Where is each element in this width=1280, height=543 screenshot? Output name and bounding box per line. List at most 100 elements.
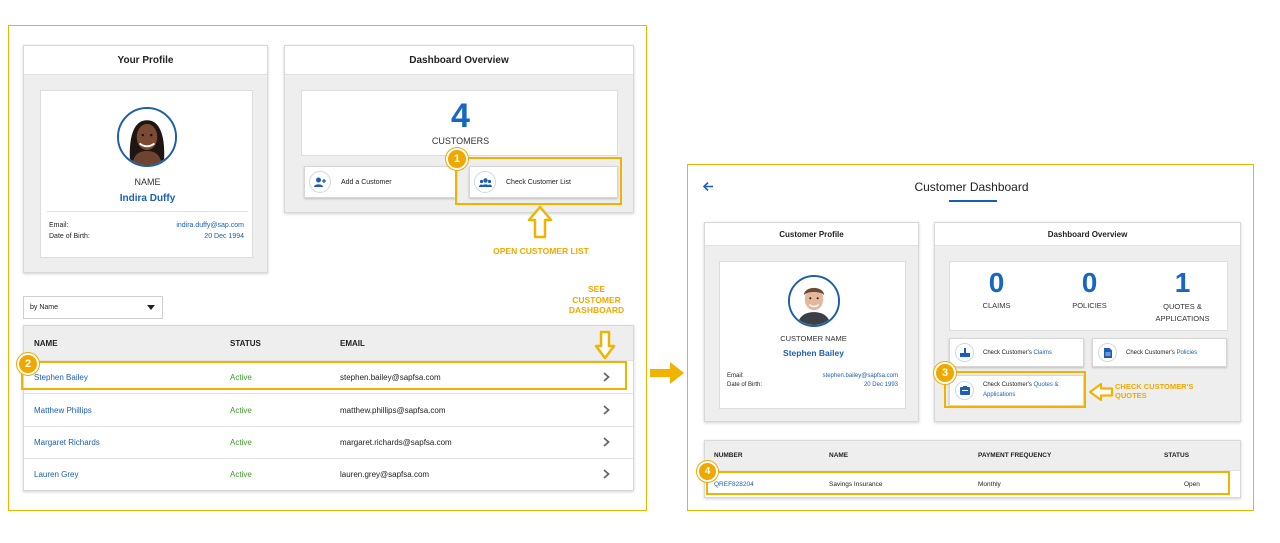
stat-policies-value: 0 xyxy=(1081,267,1098,298)
row-quote-status: Open xyxy=(1184,481,1200,488)
arrow-up-icon xyxy=(527,205,553,239)
step-badge-4: 4 xyxy=(697,461,718,482)
arrow-left-icon xyxy=(1088,382,1114,402)
row-name[interactable]: Stephen Bailey xyxy=(34,373,88,382)
annotation-check-line1: CHECK CUSTOMER'S xyxy=(1115,382,1194,391)
quotes-table-header: NUMBER NAME PAYMENT FREQUENCY STATUS xyxy=(705,441,1240,470)
policies-icon xyxy=(1098,343,1117,362)
row-email: margaret.richards@sapfsa.com xyxy=(340,438,452,447)
sort-select-value: by Name xyxy=(30,304,59,311)
annotation-check-quotes: CHECK CUSTOMER'S QUOTES xyxy=(1115,382,1205,401)
profile-dob-label: Date of Birth: xyxy=(49,233,90,240)
right-screen: Customer Dashboard Customer Profile CUST… xyxy=(687,164,1254,511)
customer-dob-label: Date of Birth: xyxy=(727,382,763,388)
quotes-icon xyxy=(955,381,974,400)
add-user-icon xyxy=(309,171,331,193)
stat-claims-label: CLAIMS xyxy=(982,301,1011,310)
profile-name: Indira Duffy xyxy=(119,193,176,204)
row-number[interactable]: QREF828204 xyxy=(714,481,754,488)
customer-dob: 20 Dec 1993 xyxy=(863,382,898,388)
profile-name-label: NAME xyxy=(134,177,161,187)
customer-count-card: 4 CUSTOMERS xyxy=(301,90,618,156)
check-claims-prefix: Check Customer's xyxy=(983,349,1034,356)
profile-dob: 20 Dec 1994 xyxy=(204,233,244,240)
title-underline xyxy=(949,200,997,202)
row-name[interactable]: Margaret Richards xyxy=(34,438,100,447)
check-claims-button[interactable]: Check Customer's Claims xyxy=(949,338,1084,367)
chevron-right-icon[interactable] xyxy=(603,469,610,479)
add-customer-button[interactable]: Add a Customer xyxy=(304,166,457,198)
stats-card: 0 CLAIMS 0 POLICIES 1 QUOTES & APPLICATI… xyxy=(949,261,1228,331)
header-name: NAME xyxy=(34,339,58,348)
claims-icon xyxy=(955,343,974,362)
avatar xyxy=(117,107,177,167)
table-row[interactable]: Lauren Grey Active lauren.grey@sapfsa.co… xyxy=(24,458,633,490)
customer-count: 4 xyxy=(451,97,470,135)
check-quotes-link-2[interactable]: Applications xyxy=(983,392,1015,398)
row-status: Active xyxy=(230,438,252,447)
arrow-right-icon xyxy=(650,362,684,384)
header-quote-name: NAME xyxy=(829,452,849,459)
check-policies-link[interactable]: Policies xyxy=(1177,350,1198,356)
customer-email: stephen.bailey@sapfsa.com xyxy=(822,373,898,379)
stat-quotes-label-line1: QUOTES & xyxy=(1163,302,1202,311)
step-badge-1: 1 xyxy=(446,148,468,170)
check-quotes-prefix: Check Customer's xyxy=(983,381,1034,388)
profile-divider xyxy=(47,211,248,212)
customer-avatar xyxy=(788,275,840,327)
row-name[interactable]: Lauren Grey xyxy=(34,470,78,479)
quotes-table: NUMBER NAME PAYMENT FREQUENCY STATUS QRE… xyxy=(704,440,1241,498)
table-row[interactable]: QREF828204 Savings Insurance Monthly Ope… xyxy=(705,470,1240,497)
check-quotes-label: Check Customer's Quotes & Applications xyxy=(983,381,1059,400)
chevron-right-icon[interactable] xyxy=(603,372,610,382)
annotation-see-line3: DASHBOARD xyxy=(568,305,625,316)
profile-email-label: Email: xyxy=(49,222,69,229)
overview-panel: Dashboard Overview 4 CUSTOMERS Add a Cus… xyxy=(284,45,634,213)
stat-claims-value: 0 xyxy=(988,267,1005,298)
annotation-see-dashboard: SEE CUSTOMER DASHBOARD xyxy=(564,284,629,316)
check-customer-list-button[interactable]: Check Customer List xyxy=(469,166,618,198)
customer-table: NAME STATUS EMAIL Stephen Bailey Active … xyxy=(23,325,634,491)
check-customer-list-label: Check Customer List xyxy=(506,178,571,186)
header-status: STATUS xyxy=(230,339,261,348)
customer-profile-title: Customer Profile xyxy=(705,223,918,246)
row-name[interactable]: Matthew Phillips xyxy=(34,406,92,415)
table-row[interactable]: Matthew Phillips Active matthew.phillips… xyxy=(24,393,633,426)
add-customer-label: Add a Customer xyxy=(341,178,392,186)
row-frequency: Monthly xyxy=(978,481,1001,488)
check-quotes-button[interactable]: Check Customer's Quotes & Applications xyxy=(949,375,1084,406)
left-screen: Your Profile NAME Indira Duffy Email: in… xyxy=(8,25,647,511)
annotation-check-line2: QUOTES xyxy=(1115,391,1147,401)
table-row[interactable]: Margaret Richards Active margaret.richar… xyxy=(24,426,633,458)
stat-quotes-value: 1 xyxy=(1174,267,1191,298)
row-quote-name: Savings Insurance xyxy=(829,481,883,488)
table-row[interactable]: Stephen Bailey Active stephen.bailey@sap… xyxy=(24,360,633,393)
check-policies-label: Check Customer's Policies xyxy=(1126,350,1197,356)
customer-profile-card: CUSTOMER NAME Stephen Bailey Email: step… xyxy=(719,261,906,409)
sort-select[interactable]: by Name xyxy=(23,296,163,319)
users-icon xyxy=(474,171,496,193)
page-title: Customer Dashboard xyxy=(914,180,1029,194)
stat-policies-label: POLICIES xyxy=(1072,301,1107,310)
profile-panel-title: Your Profile xyxy=(24,46,267,75)
annotation-see-line2: CUSTOMER xyxy=(572,294,621,305)
customer-profile-panel: Customer Profile CUSTOMER NAME Stephen B… xyxy=(704,222,919,422)
check-quotes-link-1[interactable]: Quotes & xyxy=(1034,382,1059,388)
check-claims-link[interactable]: Claims xyxy=(1034,350,1052,356)
row-status: Active xyxy=(230,470,252,479)
header-quote-status: STATUS xyxy=(1164,452,1190,459)
row-status: Active xyxy=(230,406,252,415)
check-claims-label: Check Customer's Claims xyxy=(983,350,1052,356)
overview-panel-title: Dashboard Overview xyxy=(285,46,633,75)
chevron-right-icon[interactable] xyxy=(603,437,610,447)
check-policies-prefix: Check Customer's xyxy=(1126,349,1177,356)
header-number: NUMBER xyxy=(714,452,743,459)
customer-name-label: CUSTOMER NAME xyxy=(780,334,847,343)
customer-overview-title: Dashboard Overview xyxy=(935,223,1240,246)
customer-name: Stephen Bailey xyxy=(783,348,844,358)
chevron-right-icon[interactable] xyxy=(603,405,610,415)
profile-panel: Your Profile NAME Indira Duffy Email: in… xyxy=(23,45,268,273)
check-policies-button[interactable]: Check Customer's Policies xyxy=(1092,338,1227,367)
row-email: lauren.grey@sapfsa.com xyxy=(340,470,430,479)
profile-card: NAME Indira Duffy Email: indira.duffy@sa… xyxy=(40,90,253,258)
